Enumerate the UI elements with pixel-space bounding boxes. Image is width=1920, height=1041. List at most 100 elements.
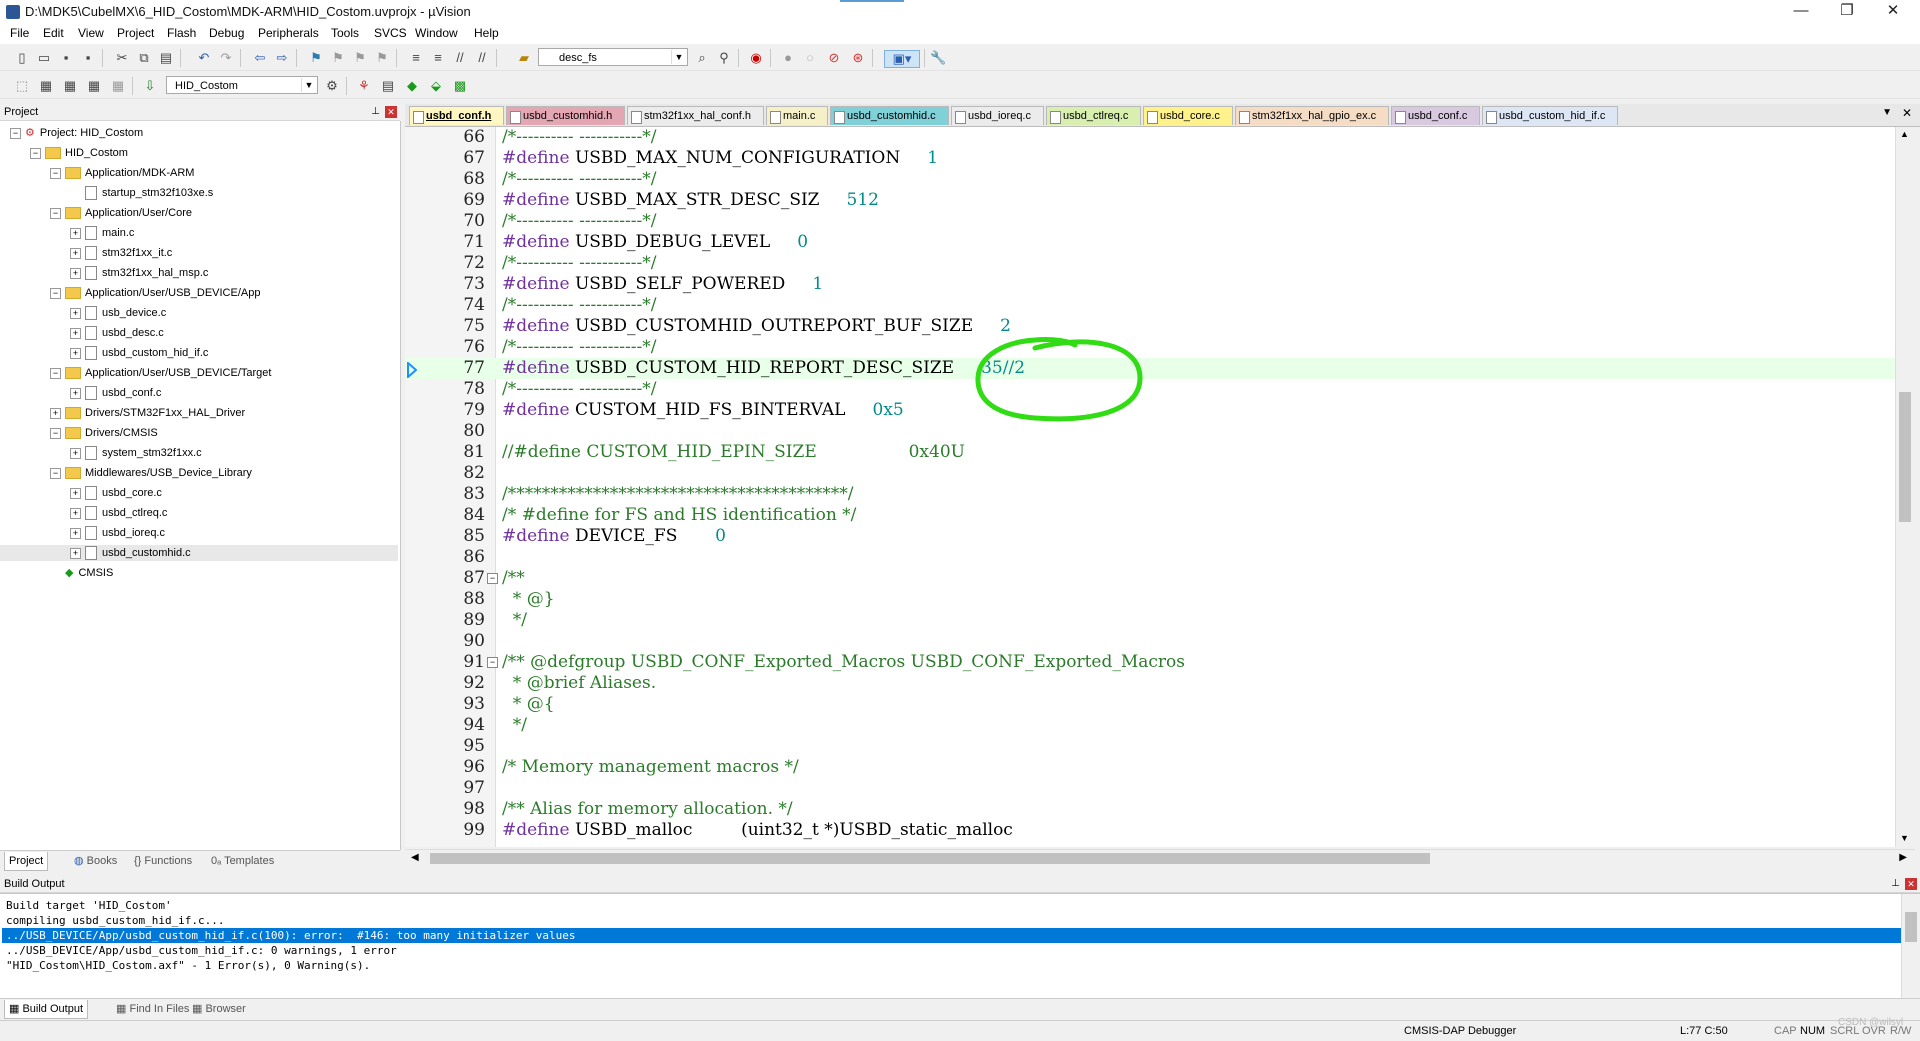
editor-tab[interactable]: usbd_conf.c	[1391, 106, 1481, 125]
code-line[interactable]: 88 * @}	[405, 589, 1895, 610]
menu-flash[interactable]: Flash	[167, 26, 196, 40]
expand-icon[interactable]: +	[70, 247, 81, 259]
kill-breakpoints-icon[interactable]: ⊘	[826, 50, 842, 66]
expand-icon[interactable]: +	[70, 527, 81, 539]
find-icon[interactable]: ⌕	[694, 50, 710, 66]
rebuild-icon[interactable]: ▦	[62, 78, 78, 94]
save-icon[interactable]: ▪	[58, 50, 74, 66]
tree-item[interactable]: + usbd_ioreq.c	[0, 525, 398, 541]
code-line[interactable]: 66 /*---------- -----------*/	[405, 127, 1895, 148]
menu-debug[interactable]: Debug	[209, 26, 244, 40]
tab-find-in-files[interactable]: ▦ Find In Files	[112, 1000, 193, 1018]
scroll-thumb[interactable]	[430, 853, 1430, 864]
collapse-icon[interactable]: −	[50, 427, 61, 439]
expand-icon[interactable]: +	[70, 347, 81, 359]
menu-peripherals[interactable]: Peripherals	[258, 26, 319, 40]
tree-item[interactable]: + Drivers/STM32F1xx_HAL_Driver	[0, 405, 398, 421]
expand-icon[interactable]: +	[70, 447, 81, 459]
editor-tab[interactable]: usbd_customhid.h	[506, 106, 626, 125]
code-line[interactable]: 92 * @brief Aliases.	[405, 673, 1895, 694]
code-line[interactable]: 73 #define USBD_SELF_POWERED 1	[405, 274, 1895, 295]
chevron-down-icon[interactable]: ▼	[301, 78, 316, 92]
expand-icon[interactable]: +	[70, 487, 81, 499]
stop-build-icon[interactable]: ▦	[110, 78, 126, 94]
tree-item[interactable]: − Application/MDK-ARM	[0, 165, 398, 181]
expand-icon[interactable]: +	[50, 407, 61, 419]
menu-edit[interactable]: Edit	[43, 26, 64, 40]
incremental-find-icon[interactable]: ⚲	[716, 50, 732, 66]
manage-project-items-icon[interactable]: ▤	[380, 78, 396, 94]
tree-item[interactable]: + stm32f1xx_it.c	[0, 245, 398, 261]
code-line[interactable]: 77 #define USBD_CUSTOM_HID_REPORT_DESC_SI…	[405, 358, 1895, 379]
collapse-icon[interactable]: −	[30, 147, 41, 159]
editor-tab[interactable]: main.c	[766, 106, 829, 125]
build-error-line[interactable]: ../USB_DEVICE/App/usbd_custom_hid_if.c(1…	[2, 928, 1902, 943]
tab-build-output[interactable]: ▦ Build Output	[4, 1000, 89, 1019]
code-line[interactable]: 95	[405, 736, 1895, 757]
editor-tab[interactable]: usbd_core.c	[1143, 106, 1233, 125]
editor-tab[interactable]: usbd_ioreq.c	[951, 106, 1044, 125]
tree-item[interactable]: + usbd_desc.c	[0, 325, 398, 341]
run-time-environment-icon[interactable]: ◆	[404, 78, 420, 94]
close-tab-icon[interactable]: ✕	[1902, 106, 1912, 120]
code-line[interactable]: 81 //#define CUSTOM_HID_EPIN_SIZE 0x40U	[405, 442, 1895, 463]
code-line[interactable]: 80	[405, 421, 1895, 442]
menu-help[interactable]: Help	[474, 26, 499, 40]
batch-build-icon[interactable]: ▦	[86, 78, 102, 94]
collapse-icon[interactable]: −	[50, 287, 61, 299]
target-combo[interactable]: HID_Costom ▼	[166, 76, 318, 94]
download-icon[interactable]: ⇩	[142, 78, 158, 94]
close-icon[interactable]: ✕	[385, 106, 397, 118]
find-combo[interactable]: desc_fs ▼	[538, 48, 688, 66]
pack-installer-icon[interactable]: ⬙	[428, 78, 444, 94]
code-line[interactable]: 75 #define USBD_CUSTOMHID_OUTREPORT_BUF_S…	[405, 316, 1895, 337]
close-button[interactable]: ✕	[1870, 0, 1916, 24]
tab-templates[interactable]: 0ₐ Templates	[207, 852, 278, 870]
code-line[interactable]: 79 #define CUSTOM_HID_FS_BINTERVAL 0x5	[405, 400, 1895, 421]
scroll-thumb[interactable]	[1905, 912, 1917, 942]
code-line[interactable]: 70 /*---------- -----------*/	[405, 211, 1895, 232]
target-options-icon[interactable]: ⚙	[324, 78, 340, 94]
save-all-icon[interactable]: ▪	[80, 50, 96, 66]
tree-item[interactable]: − Drivers/CMSIS	[0, 425, 398, 441]
code-line[interactable]: 71 #define USBD_DEBUG_LEVEL 0	[405, 232, 1895, 253]
tree-item[interactable]: + usbd_conf.c	[0, 385, 398, 401]
close-icon[interactable]: ✕	[1905, 878, 1917, 890]
code-line[interactable]: 94 */	[405, 715, 1895, 736]
code-line[interactable]: 85 #define DEVICE_FS 0	[405, 526, 1895, 547]
expand-icon[interactable]: +	[70, 307, 81, 319]
code-editor[interactable]: 66 /*---------- -----------*/ 67 #define US…	[405, 127, 1895, 847]
collapse-icon[interactable]: −	[50, 467, 61, 479]
code-line[interactable]: 91−/** @defgroup USBD_CONF_Exported_Macr…	[405, 652, 1895, 673]
editor-horizontal-scrollbar[interactable]: ◀ ▶	[405, 849, 1915, 868]
scroll-left-icon[interactable]: ◀	[411, 852, 419, 863]
code-line[interactable]: 87−/**	[405, 568, 1895, 589]
find-in-files-icon[interactable]: ▰	[516, 50, 532, 66]
configure-icon[interactable]: 🔧	[930, 50, 946, 66]
pin-icon[interactable]: ⊥	[371, 104, 380, 120]
code-line[interactable]: 97	[405, 778, 1895, 799]
nav-back-icon[interactable]: ⇦	[252, 50, 268, 66]
code-line[interactable]: 84 /* #define for FS and HS identificatio…	[405, 505, 1895, 526]
expand-icon[interactable]: +	[70, 387, 81, 399]
tree-item[interactable]: + usb_device.c	[0, 305, 398, 321]
tree-item[interactable]: + usbd_ctlreq.c	[0, 505, 398, 521]
editor-tab[interactable]: usbd_customhid.c	[830, 106, 949, 125]
select-packs-icon[interactable]: ▩	[452, 78, 468, 94]
menu-file[interactable]: File	[10, 26, 29, 40]
menu-project[interactable]: Project	[117, 26, 154, 40]
collapse-icon[interactable]: −	[50, 367, 61, 379]
bookmark-icon[interactable]: ⚑	[308, 50, 324, 66]
tree-item[interactable]: + usbd_custom_hid_if.c	[0, 345, 398, 361]
tree-item[interactable]: − HID_Costom	[0, 145, 398, 161]
fold-toggle-icon[interactable]: −	[487, 573, 498, 584]
scroll-up-icon[interactable]: ▲	[1900, 129, 1909, 139]
tree-item[interactable]: − Application/User/Core	[0, 205, 398, 221]
expand-icon[interactable]: +	[70, 547, 81, 559]
scroll-down-icon[interactable]: ▼	[1900, 833, 1909, 843]
tab-functions[interactable]: {} Functions	[130, 852, 196, 870]
tab-list-icon[interactable]: ▼	[1882, 107, 1892, 118]
comment-icon[interactable]: //	[452, 50, 468, 66]
code-line[interactable]: 86	[405, 547, 1895, 568]
cut-icon[interactable]: ✂	[114, 50, 130, 66]
